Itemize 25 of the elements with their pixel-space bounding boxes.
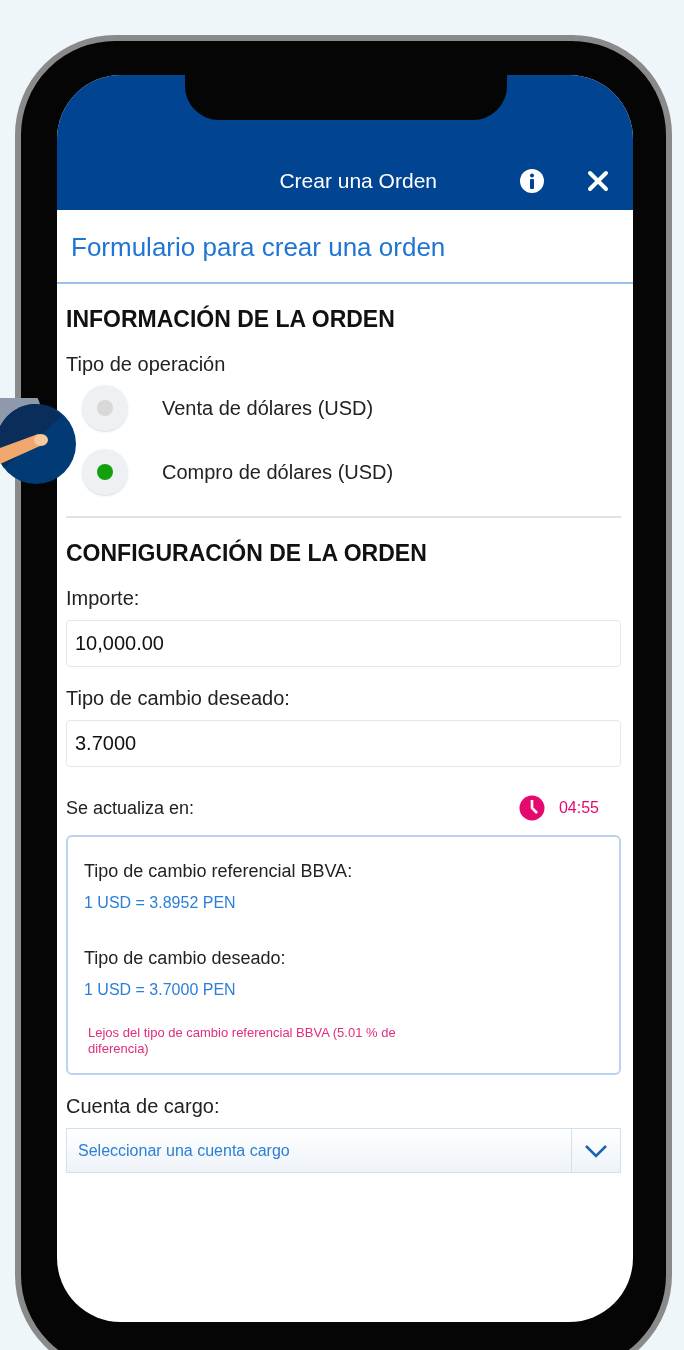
form-subtitle: Formulario para crear una orden [57, 210, 633, 284]
radio-label: Compro de dólares (USD) [162, 460, 394, 484]
update-label: Se actualiza en: [66, 797, 196, 819]
rate-value: 1 USD = 3.7000 PEN [84, 981, 237, 999]
field-label: Tipo de operación [66, 353, 227, 376]
clock-icon [518, 795, 545, 821]
section-heading: CONFIGURACIÓN DE LA ORDEN [66, 540, 428, 567]
rate-value: 1 USD = 3.8952 PEN [84, 894, 237, 912]
input-field[interactable]: 3.7000 [66, 720, 621, 767]
countdown-timer: 04:55 [558, 799, 599, 817]
section-heading: INFORMACIÓN DE LA ORDEN [66, 306, 396, 333]
header-title: Crear una Orden [279, 168, 437, 194]
field-label: Importe: [66, 587, 141, 610]
radio-label: Venta de dólares (USD) [162, 396, 374, 420]
radio-button[interactable] [82, 449, 128, 495]
warning-text: Lejos del tipo de cambio referencial BBVA (5.01 % de diferencia) [87, 1025, 397, 1057]
input-field[interactable]: 10,000.00 [66, 620, 621, 667]
account-select[interactable]: Seleccionar una cuenta cargo [66, 1128, 621, 1173]
field-label: Cuenta de cargo: [66, 1095, 221, 1118]
close-icon[interactable] [585, 168, 611, 194]
rate-label: Tipo de cambio deseado: [84, 948, 287, 969]
info-icon[interactable] [519, 168, 545, 194]
radio-button[interactable] [82, 385, 128, 431]
field-label: Tipo de cambio deseado: [66, 687, 291, 710]
rate-label: Tipo de cambio referencial BBVA: [84, 861, 354, 882]
